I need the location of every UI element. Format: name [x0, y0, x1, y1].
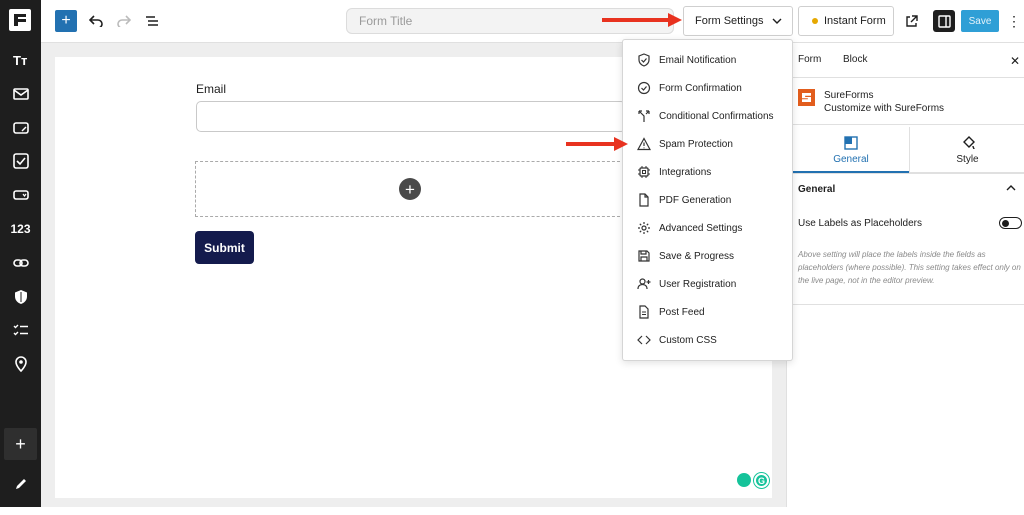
- tab-style-label: Style: [956, 154, 979, 165]
- sureforms-name: SureForms: [824, 90, 874, 101]
- text-tool-icon[interactable]: Tт: [0, 46, 41, 74]
- instant-form-label: Instant Form: [824, 15, 886, 27]
- save-button[interactable]: Save: [961, 10, 999, 32]
- dropdown-icon[interactable]: [0, 181, 41, 209]
- status-dot-icon: [812, 18, 818, 24]
- chevron-down-icon: [772, 15, 782, 27]
- branch-icon: [637, 109, 651, 123]
- grammarly-icon[interactable]: G: [754, 473, 769, 488]
- chip-icon: [637, 165, 651, 179]
- labels-as-placeholders-label: Use Labels as Placeholders: [798, 218, 922, 229]
- menu-item-custom-css[interactable]: Custom CSS: [623, 328, 792, 352]
- checklist-icon[interactable]: [0, 316, 41, 344]
- menu-item-save-progress[interactable]: Save & Progress: [623, 244, 792, 268]
- page-icon: [637, 305, 651, 319]
- menu-item-post-feed[interactable]: Post Feed: [623, 300, 792, 324]
- general-style-tabs: General Style: [793, 127, 1024, 173]
- grammarly-widget[interactable]: G: [737, 473, 770, 491]
- shield-check-icon: [637, 53, 651, 67]
- form-settings-label: Form Settings: [695, 15, 764, 27]
- tab-general[interactable]: General: [793, 127, 909, 173]
- user-plus-icon: [637, 277, 651, 291]
- pencil-icon[interactable]: [0, 470, 41, 498]
- sidebar-tabs: Form Block ✕: [787, 43, 1024, 78]
- menu-item-label: Custom CSS: [659, 334, 717, 346]
- plus-circle-icon[interactable]: +: [399, 178, 421, 200]
- form-editor: Tт 123 + + Form Title Form Settings Inst…: [0, 0, 1024, 515]
- external-link-icon[interactable]: [901, 11, 921, 31]
- add-field-button[interactable]: +: [4, 428, 37, 460]
- more-options-icon[interactable]: ⋮: [1007, 11, 1021, 31]
- svg-text:Tт: Tт: [13, 53, 27, 68]
- menu-item-advanced-settings[interactable]: Advanced Settings: [623, 216, 792, 240]
- input-icon[interactable]: [0, 114, 41, 142]
- submit-button[interactable]: Submit: [195, 231, 254, 264]
- settings-sidebar-icon[interactable]: [933, 10, 955, 32]
- chevron-up-icon[interactable]: [1006, 183, 1016, 194]
- tab-general-label: General: [833, 154, 869, 165]
- menu-item-conditional-confirmations[interactable]: Conditional Confirmations: [623, 104, 792, 128]
- divider: [793, 173, 1024, 174]
- add-block-area[interactable]: +: [195, 161, 625, 217]
- gear-icon: [637, 221, 651, 235]
- menu-item-label: Spam Protection: [659, 138, 733, 150]
- block-inserter-button[interactable]: +: [55, 10, 77, 32]
- link-icon[interactable]: [0, 249, 41, 277]
- menu-item-label: Form Confirmation: [659, 82, 742, 94]
- menu-item-label: Conditional Confirmations: [659, 110, 774, 122]
- shield-icon[interactable]: [0, 283, 41, 311]
- top-toolbar: + Form Title Form Settings Instant Form …: [41, 0, 1024, 43]
- menu-item-label: Integrations: [659, 166, 712, 178]
- menu-item-integrations[interactable]: Integrations: [623, 160, 792, 184]
- menu-item-label: Email Notification: [659, 54, 737, 66]
- menu-item-form-confirmation[interactable]: Form Confirmation: [623, 76, 792, 100]
- instant-form-button[interactable]: Instant Form: [798, 6, 894, 36]
- document-icon: [637, 193, 651, 207]
- grammarly-bulb-icon[interactable]: [737, 473, 751, 487]
- floppy-icon: [637, 249, 651, 263]
- general-icon: [844, 136, 858, 150]
- menu-item-spam-protection[interactable]: Spam Protection: [623, 132, 792, 156]
- menu-item-label: Post Feed: [659, 306, 705, 318]
- undo-icon[interactable]: [85, 10, 107, 32]
- tab-style[interactable]: Style: [909, 127, 1024, 173]
- labels-as-placeholders-toggle[interactable]: [999, 217, 1022, 229]
- general-section-title[interactable]: General: [798, 184, 835, 195]
- annotation-arrow-icon: [602, 13, 682, 27]
- settings-sidebar: Form Block ✕ SureForms Customize with Su…: [786, 43, 1024, 507]
- menu-item-label: PDF Generation: [659, 194, 732, 206]
- help-text: Above setting will place the labels insi…: [798, 250, 1021, 285]
- sureforms-promo[interactable]: SureForms Customize with SureForms: [787, 79, 1024, 125]
- menu-item-label: Advanced Settings: [659, 222, 743, 234]
- annotation-arrow-icon: [566, 137, 628, 151]
- menu-item-label: Save & Progress: [659, 250, 735, 262]
- tab-block[interactable]: Block: [843, 54, 867, 65]
- tab-form[interactable]: Form: [798, 54, 821, 65]
- form-settings-menu: Email Notification Form Confirmation Con…: [622, 39, 793, 361]
- email-field-label: Email: [196, 82, 227, 96]
- left-toolbar: Tт 123 +: [0, 0, 41, 507]
- close-icon[interactable]: ✕: [1010, 54, 1020, 68]
- menu-item-email-notification[interactable]: Email Notification: [623, 48, 792, 72]
- number-icon[interactable]: 123: [0, 215, 41, 243]
- paint-bucket-icon: [962, 136, 975, 150]
- document-outline-icon[interactable]: [141, 10, 163, 32]
- envelope-icon[interactable]: [0, 80, 41, 108]
- checkbox-icon[interactable]: [0, 147, 41, 175]
- location-icon[interactable]: [0, 350, 41, 378]
- sureforms-logo[interactable]: [9, 9, 31, 31]
- menu-item-user-registration[interactable]: User Registration: [623, 272, 792, 296]
- menu-item-label: User Registration: [659, 278, 737, 290]
- email-field[interactable]: [196, 101, 626, 132]
- code-icon: [637, 333, 651, 347]
- menu-item-pdf-generation[interactable]: PDF Generation: [623, 188, 792, 212]
- warning-icon: [637, 137, 651, 151]
- sureforms-subtitle: Customize with SureForms: [824, 103, 945, 114]
- redo-icon[interactable]: [113, 10, 135, 32]
- divider: [793, 304, 1024, 305]
- form-settings-button[interactable]: Form Settings: [683, 6, 793, 36]
- check-circle-icon: [637, 81, 651, 95]
- sureforms-logo-icon: [798, 89, 815, 106]
